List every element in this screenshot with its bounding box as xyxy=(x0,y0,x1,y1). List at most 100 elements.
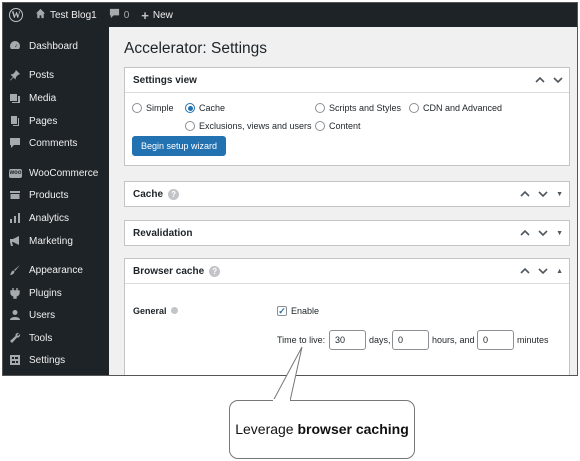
revalidation-title: Revalidation xyxy=(133,227,193,239)
revalidation-panel: Revalidation ▼ xyxy=(124,220,570,246)
comment-bubble-icon xyxy=(109,8,120,22)
radio-dot xyxy=(315,103,325,113)
comments-icon xyxy=(9,137,21,149)
minutes-label: minutes xyxy=(517,335,549,345)
browser-frame: W Test Blog1 0 + New Dashboard Posts Med… xyxy=(2,2,578,376)
callout-joint xyxy=(273,399,290,402)
sidebar-item-plugins[interactable]: Plugins xyxy=(3,282,109,304)
radio-exclusions[interactable]: Exclusions, views and users xyxy=(185,121,312,131)
radio-dot xyxy=(409,103,419,113)
cache-panel: Cache ? ▼ xyxy=(124,181,570,207)
new-label: New xyxy=(152,9,173,21)
settings-view-title: Settings view xyxy=(133,74,197,86)
sidebar-item-media[interactable]: Media xyxy=(3,87,109,109)
wordpress-icon: W xyxy=(9,8,23,22)
hours-input[interactable]: 0 xyxy=(392,330,429,350)
media-icon xyxy=(9,92,21,104)
browser-cache-title: Browser cache xyxy=(133,265,205,277)
checkmark-icon: ✓ xyxy=(277,305,287,316)
radio-dot-selected xyxy=(185,103,195,113)
wp-logo-button[interactable]: W xyxy=(3,3,29,27)
sidebar-item-users[interactable]: Users xyxy=(3,304,109,326)
comments-link[interactable]: 0 xyxy=(103,3,136,27)
radio-label: CDN and Advanced xyxy=(423,103,503,113)
days-label: days, xyxy=(369,335,391,345)
help-icon[interactable] xyxy=(170,307,178,314)
chevron-up-icon[interactable] xyxy=(520,228,530,238)
sidebar-item-label: Pages xyxy=(29,115,58,127)
sidebar-item-comments[interactable]: Comments xyxy=(3,132,109,154)
sidebar-item-label: Comments xyxy=(29,137,78,149)
sidebar-item-label: Settings xyxy=(29,354,66,366)
chevron-down-icon[interactable] xyxy=(553,75,563,85)
chevron-up-icon[interactable] xyxy=(520,266,530,276)
plugin-icon xyxy=(9,287,21,299)
sidebar-item-woocommerce[interactable]: woo WooCommerce xyxy=(3,162,109,184)
begin-setup-wizard-button[interactable]: Begin setup wizard xyxy=(132,136,227,156)
sidebar-item-label: Posts xyxy=(29,69,55,81)
radio-cdn-advanced[interactable]: CDN and Advanced xyxy=(409,103,502,113)
sidebar-item-analytics[interactable]: Analytics xyxy=(3,207,109,229)
chevron-down-icon[interactable] xyxy=(538,189,548,199)
toggle-arrow-down-icon[interactable]: ▼ xyxy=(556,191,563,198)
comments-count: 0 xyxy=(123,9,130,21)
toggle-arrow-up-icon[interactable]: ▲ xyxy=(556,268,563,275)
callout-plain-text: Leverage xyxy=(235,421,294,437)
sidebar-item-appearance[interactable]: Appearance xyxy=(3,259,109,281)
user-icon xyxy=(9,309,21,321)
settings-view-panel: Settings view Simple Cache Scripts and S… xyxy=(124,67,570,166)
new-content-link[interactable]: + New xyxy=(135,3,179,27)
radio-content[interactable]: Content xyxy=(315,121,361,131)
chevron-down-icon[interactable] xyxy=(538,266,548,276)
main-content: Accelerator: Settings Settings view Simp… xyxy=(109,27,577,375)
chevron-up-icon[interactable] xyxy=(520,189,530,199)
settings-icon xyxy=(9,354,21,366)
admin-sidebar: Dashboard Posts Media Pages Comments woo… xyxy=(3,27,109,375)
sidebar-item-settings[interactable]: Settings xyxy=(3,349,109,371)
divider xyxy=(125,283,569,284)
pin-icon xyxy=(9,69,21,81)
sidebar-item-tools[interactable]: Tools xyxy=(3,327,109,349)
days-input[interactable]: 30 xyxy=(329,330,366,350)
sidebar-item-pages[interactable]: Pages xyxy=(3,110,109,132)
enable-label: Enable xyxy=(291,306,320,316)
radio-label: Scripts and Styles xyxy=(329,103,402,113)
sidebar-item-label: Media xyxy=(29,92,57,104)
analytics-icon xyxy=(9,212,21,224)
sidebar-item-label: Analytics xyxy=(29,212,70,224)
general-label: General xyxy=(133,306,178,316)
divider xyxy=(125,92,569,93)
sidebar-item-posts[interactable]: Posts xyxy=(3,64,109,86)
revalidation-header[interactable]: Revalidation ▼ xyxy=(125,221,569,245)
radio-dot xyxy=(132,103,142,113)
cache-header[interactable]: Cache ? ▼ xyxy=(125,182,569,206)
radio-cache[interactable]: Cache xyxy=(185,103,225,113)
brush-icon xyxy=(9,264,21,276)
sidebar-item-label: WooCommerce xyxy=(29,167,99,179)
site-name-link[interactable]: Test Blog1 xyxy=(29,3,103,27)
radio-simple[interactable]: Simple xyxy=(132,103,174,113)
callout-annotation: Leverage browser caching xyxy=(229,400,415,459)
help-icon[interactable]: ? xyxy=(209,265,221,277)
cache-title: Cache xyxy=(133,188,164,200)
chevron-down-icon[interactable] xyxy=(538,228,548,238)
sidebar-item-dashboard[interactable]: Dashboard xyxy=(3,35,109,57)
settings-view-header[interactable]: Settings view xyxy=(125,68,569,92)
site-name: Test Blog1 xyxy=(50,9,97,21)
home-icon xyxy=(35,8,46,22)
toggle-arrow-down-icon[interactable]: ▼ xyxy=(556,230,563,237)
general-label-text: General xyxy=(133,306,167,316)
sidebar-item-label: Users xyxy=(29,309,56,321)
minutes-input[interactable]: 0 xyxy=(477,330,514,350)
sidebar-item-products[interactable]: Products xyxy=(3,184,109,206)
radio-label: Exclusions, views and users xyxy=(199,121,312,131)
chevron-up-icon[interactable] xyxy=(535,75,545,85)
sidebar-item-marketing[interactable]: Marketing xyxy=(3,230,109,252)
woo-icon: woo xyxy=(9,168,22,178)
browser-cache-header[interactable]: Browser cache ? ▲ xyxy=(125,259,569,283)
plus-icon: + xyxy=(141,7,149,23)
help-icon[interactable]: ? xyxy=(168,188,180,200)
radio-scripts-styles[interactable]: Scripts and Styles xyxy=(315,103,401,113)
enable-checkbox[interactable]: ✓ Enable xyxy=(277,306,319,316)
sidebar-item-label: Plugins xyxy=(29,287,62,299)
